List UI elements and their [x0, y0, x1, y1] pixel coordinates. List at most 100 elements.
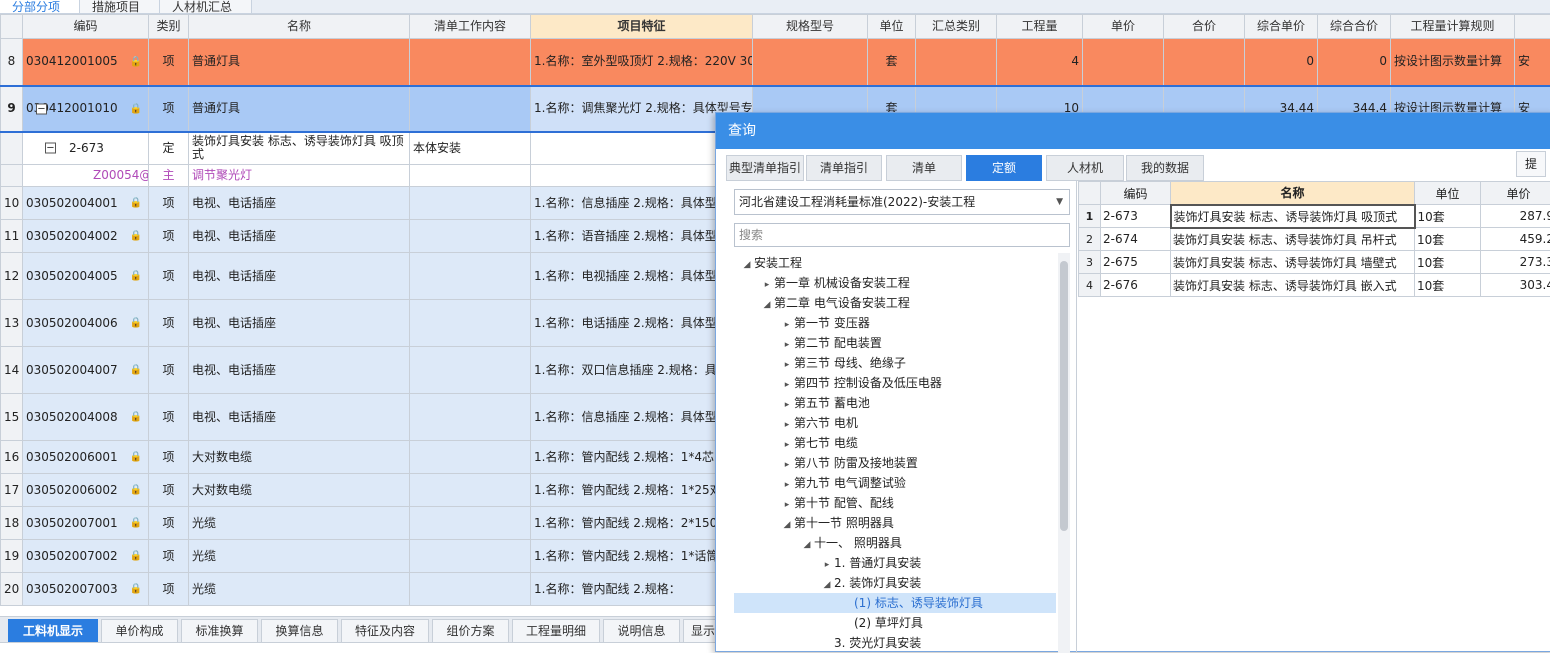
row-type[interactable]: 项: [149, 347, 189, 394]
collapsed-arrow-icon[interactable]: ▸: [780, 335, 794, 355]
results-unit[interactable]: 10套: [1415, 274, 1481, 297]
row-name[interactable]: 光缆: [189, 507, 410, 540]
header-feature[interactable]: 项目特征: [531, 15, 753, 39]
tab-conversion-info[interactable]: 换算信息: [261, 619, 338, 643]
collapsed-arrow-icon[interactable]: ▸: [780, 495, 794, 515]
results-unit[interactable]: 10套: [1415, 205, 1481, 228]
row-content[interactable]: [410, 253, 531, 300]
header-type[interactable]: 类别: [149, 15, 189, 39]
results-name[interactable]: 装饰灯具安装 标志、诱导装饰灯具 吊杆式: [1171, 228, 1415, 251]
row-code[interactable]: −030412001010🔒: [23, 86, 149, 132]
row-code[interactable]: 030502007002🔒: [23, 540, 149, 573]
row-name[interactable]: 电视、电话插座: [189, 187, 410, 220]
tree-node[interactable]: ▸第九节 电气调整试验: [734, 473, 1056, 493]
row-code[interactable]: −2-673: [23, 132, 149, 165]
dtab-typical-guide[interactable]: 典型清单指引: [726, 155, 804, 181]
results-price[interactable]: 459.2: [1481, 228, 1550, 251]
tree-node[interactable]: (2) 草坪灯具: [734, 613, 1056, 633]
row-spec[interactable]: [753, 39, 868, 86]
row-content[interactable]: [410, 540, 531, 573]
tree-scrollbar[interactable]: [1058, 253, 1070, 653]
expanded-arrow-icon[interactable]: ◢: [800, 535, 814, 555]
row-type[interactable]: 项: [149, 394, 189, 441]
header-sum-category[interactable]: 汇总类别: [916, 15, 997, 39]
header-price[interactable]: 单价: [1083, 15, 1164, 39]
row-code[interactable]: 030502006002🔒: [23, 474, 149, 507]
row-code[interactable]: 030502004001🔒: [23, 187, 149, 220]
tree-node[interactable]: ◢第二章 电气设备安装工程: [734, 293, 1056, 313]
results-unit[interactable]: 10套: [1415, 228, 1481, 251]
row-unit[interactable]: 套: [868, 39, 916, 86]
dtab-material[interactable]: 人材机: [1046, 155, 1124, 181]
tree-node[interactable]: ▸第一章 机械设备安装工程: [734, 273, 1056, 293]
collapsed-arrow-icon[interactable]: ▸: [760, 275, 774, 295]
row-name[interactable]: 普通灯具: [189, 86, 410, 132]
row-name[interactable]: 光缆: [189, 573, 410, 606]
row-code[interactable]: 030502004008🔒: [23, 394, 149, 441]
row-name[interactable]: 大对数电缆: [189, 474, 410, 507]
row-type[interactable]: 项: [149, 540, 189, 573]
row-content[interactable]: [410, 573, 531, 606]
dtab-list[interactable]: 清单: [886, 155, 962, 181]
tree-node[interactable]: ◢十一、 照明器具: [734, 533, 1056, 553]
results-price[interactable]: 273.3: [1481, 251, 1550, 274]
dtab-my-data[interactable]: 我的数据: [1126, 155, 1204, 181]
collapsed-arrow-icon[interactable]: ▸: [820, 555, 834, 575]
collapsed-arrow-icon[interactable]: ▸: [780, 475, 794, 495]
tree-node[interactable]: ◢第十一节 照明器具: [734, 513, 1056, 533]
row-content[interactable]: [410, 86, 531, 132]
expanded-arrow-icon[interactable]: ◢: [820, 575, 834, 595]
header-name[interactable]: 名称: [189, 15, 410, 39]
header-quantity[interactable]: 工程量: [997, 15, 1083, 39]
collapsed-arrow-icon[interactable]: ▸: [780, 355, 794, 375]
tree-node[interactable]: ▸第四节 控制设备及低压电器: [734, 373, 1056, 393]
header-work-content[interactable]: 清单工作内容: [410, 15, 531, 39]
collapse-icon[interactable]: −: [36, 103, 47, 114]
tab-standard-conversion[interactable]: 标准换算: [181, 619, 258, 643]
results-header-code[interactable]: 编码: [1101, 182, 1171, 205]
results-header-unit[interactable]: 单位: [1415, 182, 1481, 205]
tree-node[interactable]: ▸第一节 变压器: [734, 313, 1056, 333]
row-type[interactable]: 项: [149, 86, 189, 132]
tree-node[interactable]: ▸第三节 母线、绝缘子: [734, 353, 1056, 373]
results-price[interactable]: 287.9: [1481, 205, 1550, 228]
row-name[interactable]: 电视、电话插座: [189, 220, 410, 253]
row-type[interactable]: 项: [149, 253, 189, 300]
tab-rencaiji[interactable]: 人材机汇总: [160, 0, 252, 14]
row-name[interactable]: 电视、电话插座: [189, 253, 410, 300]
tree-node[interactable]: ◢安装工程: [734, 253, 1056, 273]
row-rule[interactable]: 按设计图示数量计算: [1391, 39, 1515, 86]
expanded-arrow-icon[interactable]: ◢: [760, 295, 774, 315]
tree-node-selected[interactable]: (1) 标志、诱导装饰灯具: [734, 593, 1056, 613]
row-name[interactable]: 普通灯具: [189, 39, 410, 86]
expanded-arrow-icon[interactable]: ◢: [780, 515, 794, 535]
tab-feature-content[interactable]: 特征及内容: [341, 619, 429, 643]
row-type[interactable]: 定: [149, 132, 189, 165]
standard-select[interactable]: 河北省建设工程消耗量标准(2022)-安装工程 ▼: [734, 189, 1070, 215]
row-code[interactable]: 030502004002🔒: [23, 220, 149, 253]
row-code[interactable]: 030502004005🔒: [23, 253, 149, 300]
dialog-title[interactable]: 查询: [716, 113, 1550, 149]
row-code[interactable]: 030502007001🔒: [23, 507, 149, 540]
row-code[interactable]: 030502006001🔒: [23, 441, 149, 474]
tab-material-display[interactable]: 工料机显示: [8, 619, 98, 643]
collapse-icon[interactable]: −: [45, 143, 56, 154]
results-row[interactable]: 3 2-675 装饰灯具安装 标志、诱导装饰灯具 墙壁式 10套 273.3: [1079, 251, 1550, 274]
results-name[interactable]: 装饰灯具安装 标志、诱导装饰灯具 墙壁式: [1171, 251, 1415, 274]
results-name[interactable]: 装饰灯具安装 标志、诱导装饰灯具 吸顶式: [1171, 205, 1415, 228]
results-header-name[interactable]: 名称: [1171, 182, 1415, 205]
search-input[interactable]: [734, 223, 1070, 247]
row-type[interactable]: 项: [149, 187, 189, 220]
collapsed-arrow-icon[interactable]: ▸: [780, 415, 794, 435]
collapsed-arrow-icon[interactable]: ▸: [780, 395, 794, 415]
row-sum-category[interactable]: [916, 39, 997, 86]
row-name[interactable]: 电视、电话插座: [189, 394, 410, 441]
header-unit[interactable]: 单位: [868, 15, 916, 39]
row-feature[interactable]: 1.名称：室外型吸顶灯 2.规格：220V 30W 3.安装方式：吸顶安装: [531, 39, 753, 86]
row-total[interactable]: [1164, 39, 1245, 86]
row-type[interactable]: 主: [149, 165, 189, 187]
row-type[interactable]: 项: [149, 507, 189, 540]
tree-node[interactable]: ◢2. 装饰灯具安装: [734, 573, 1056, 593]
tree-node[interactable]: 3. 荧光灯具安装: [734, 633, 1056, 653]
results-row[interactable]: 1 2-673 装饰灯具安装 标志、诱导装饰灯具 吸顶式 10套 287.9: [1079, 205, 1550, 228]
